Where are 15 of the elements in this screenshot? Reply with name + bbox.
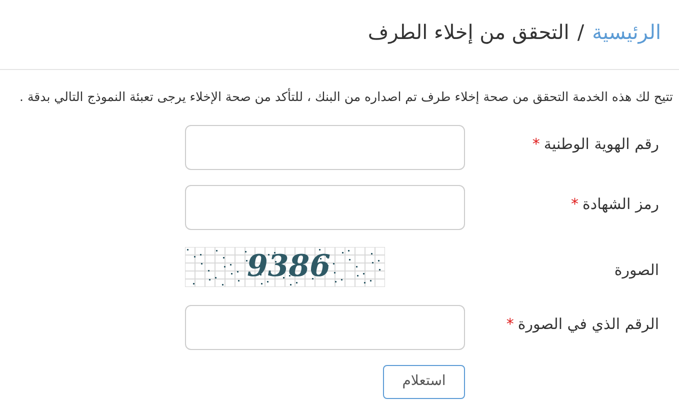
required-mark: * — [571, 194, 579, 215]
input-field[interactable] — [185, 124, 465, 170]
input-field[interactable] — [185, 184, 465, 230]
field-label: رقم الهوية الوطنية — [544, 134, 659, 155]
submit-button[interactable]: استعلام — [383, 364, 465, 399]
required-mark: * — [506, 314, 514, 335]
input-field[interactable] — [185, 304, 465, 350]
description-text: تتيح لك هذه الخدمة التحقق من صحة إخلاء طرف تم اصداره من البنك ، للتأكد من صحة الإخلاء يرجى تعبئة النموذج التالي بدقة . — [18, 87, 674, 106]
captcha-code: 9386 — [247, 249, 330, 286]
field-label: رمز الشهادة — [582, 194, 659, 215]
field-label: الصورة — [614, 260, 659, 281]
field-label: الرقم الذي في الصورة — [518, 314, 659, 335]
breadcrumb-separator: / — [577, 19, 584, 46]
required-mark: * — [532, 134, 540, 155]
page-title: التحقق من إخلاء الطرف — [368, 19, 570, 46]
